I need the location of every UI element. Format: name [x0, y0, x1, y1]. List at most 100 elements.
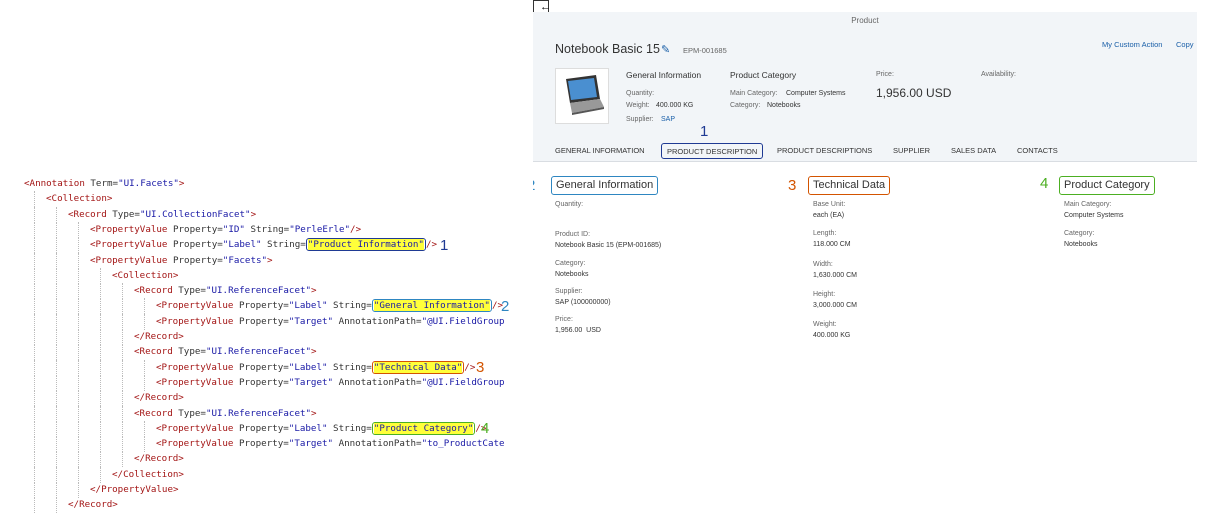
indent-guide: [56, 497, 57, 514]
indent-guide: [122, 344, 123, 361]
indent-guide: [56, 436, 57, 453]
indent-guide: [78, 436, 79, 453]
code-line: <Record Type="UI.CollectionFacet">: [24, 206, 256, 223]
indent-guide: [100, 359, 101, 376]
category-main-category-label: Main Category:: [1064, 201, 1112, 208]
code-tag: </Record>: [134, 392, 184, 404]
indent-guide: [34, 313, 35, 330]
annotation-code-panel: <Annotation Term="UI.Facets"> <Collection…: [0, 0, 525, 531]
edit-icon[interactable]: ✎: [661, 43, 670, 56]
code-string: "to_ProductCate: [421, 438, 505, 450]
indent-guide: [122, 298, 123, 315]
code-line: <PropertyValue Property="Facets">: [24, 252, 273, 269]
indent-guide: [78, 221, 79, 238]
code-tag: <Record: [134, 285, 179, 297]
indent-guide: [78, 252, 79, 269]
indent-guide: [122, 359, 123, 376]
header-supplier-label: Supplier:: [626, 116, 654, 123]
indent-guide: [56, 237, 57, 254]
code-tag: <PropertyValue: [156, 300, 239, 312]
my-custom-action-link[interactable]: My Custom Action: [1102, 40, 1162, 49]
indent-guide: [34, 237, 35, 254]
code-tag: <Record: [134, 407, 179, 419]
indent-guide: [34, 405, 35, 422]
code-line: <Record Type="UI.ReferenceFacet">: [24, 405, 317, 422]
tab-contacts[interactable]: CONTACTS: [1017, 143, 1058, 159]
code-string: "UI.ReferenceFacet": [205, 285, 312, 297]
indent-guide: [78, 374, 79, 391]
indent-guide: [122, 436, 123, 453]
code-tag: <PropertyValue: [156, 315, 239, 327]
code-line: <PropertyValue Property="Label" String= "…: [24, 298, 503, 315]
indent-guide: [78, 313, 79, 330]
tab-product-descriptions[interactable]: PRODUCT DESCRIPTIONS: [777, 143, 872, 159]
section-product-category-title: Product Category: [1059, 176, 1155, 195]
indent-guide: [78, 329, 79, 345]
indent-guide: [122, 390, 123, 407]
general-supplier-value: SAP (100000000): [555, 299, 611, 306]
category-category-label: Category:: [1064, 230, 1095, 237]
indent-guide: [56, 252, 57, 269]
indent-guide: [100, 298, 101, 315]
code-string: "@UI.FieldGroup: [421, 376, 505, 388]
code-tag: <Record: [68, 208, 113, 220]
general-product-id-label: Product ID:: [555, 231, 591, 238]
copy-action-link[interactable]: Copy: [1176, 40, 1194, 49]
indent-guide: [56, 390, 57, 407]
code-string: "UI.ReferenceFacet": [205, 346, 312, 358]
code-tag: <Collection>: [112, 269, 179, 281]
tab-general-information[interactable]: GENERAL INFORMATION: [555, 143, 645, 159]
indent-guide: [122, 420, 123, 437]
code-string: "ID": [222, 223, 251, 235]
header-main-category-label: Main Category:: [730, 90, 778, 97]
indent-guide: [144, 436, 145, 453]
header-supplier-link[interactable]: SAP: [661, 116, 675, 123]
indent-guide: [56, 298, 57, 315]
indent-guide: [100, 420, 101, 437]
code-string: "Target": [288, 438, 339, 450]
indent-guide: [100, 405, 101, 422]
tab-supplier[interactable]: SUPPLIER: [893, 143, 930, 159]
marker-3-code: 3: [476, 359, 485, 376]
code-line: </Record>: [24, 329, 184, 345]
indent-guide: [34, 252, 35, 269]
indent-guide: [78, 298, 79, 315]
code-attribute: String=: [333, 361, 372, 373]
indent-guide: [78, 283, 79, 300]
code-tag: </Record>: [134, 331, 184, 342]
marker-1-code: 1: [440, 237, 449, 254]
tab-sales-data[interactable]: SALES DATA: [951, 143, 996, 159]
code-attribute: Type=: [178, 346, 206, 358]
code-line: <Collection>: [24, 191, 112, 208]
code-attribute: Property=: [238, 376, 289, 388]
indent-guide: [34, 390, 35, 407]
code-tag: </Collection>: [112, 468, 184, 480]
indent-guide: [144, 374, 145, 391]
indent-guide: [34, 283, 35, 300]
section-tab-bar: GENERAL INFORMATION PRODUCT DESCRIPTION …: [533, 141, 1197, 162]
code-line: <PropertyValue Property="Target" Annotat…: [24, 313, 505, 330]
indent-guide: [56, 374, 57, 391]
code-tag: </PropertyValue>: [90, 484, 179, 495]
code-tag: >: [311, 407, 317, 419]
indent-guide: [78, 267, 79, 284]
indent-guide: [34, 451, 35, 468]
marker-2-app: 2: [533, 178, 535, 194]
marker-2-code: 2: [501, 298, 510, 315]
header-quantity-label: Quantity:: [626, 90, 655, 97]
code-attribute: String=: [250, 223, 290, 235]
header-weight-label: Weight:: [626, 102, 650, 109]
code-string: "PerleErle": [289, 223, 351, 235]
tab-product-description[interactable]: PRODUCT DESCRIPTION: [661, 143, 764, 159]
category-category-value: Notebooks: [1064, 241, 1098, 248]
code-string: "Label": [222, 239, 268, 251]
